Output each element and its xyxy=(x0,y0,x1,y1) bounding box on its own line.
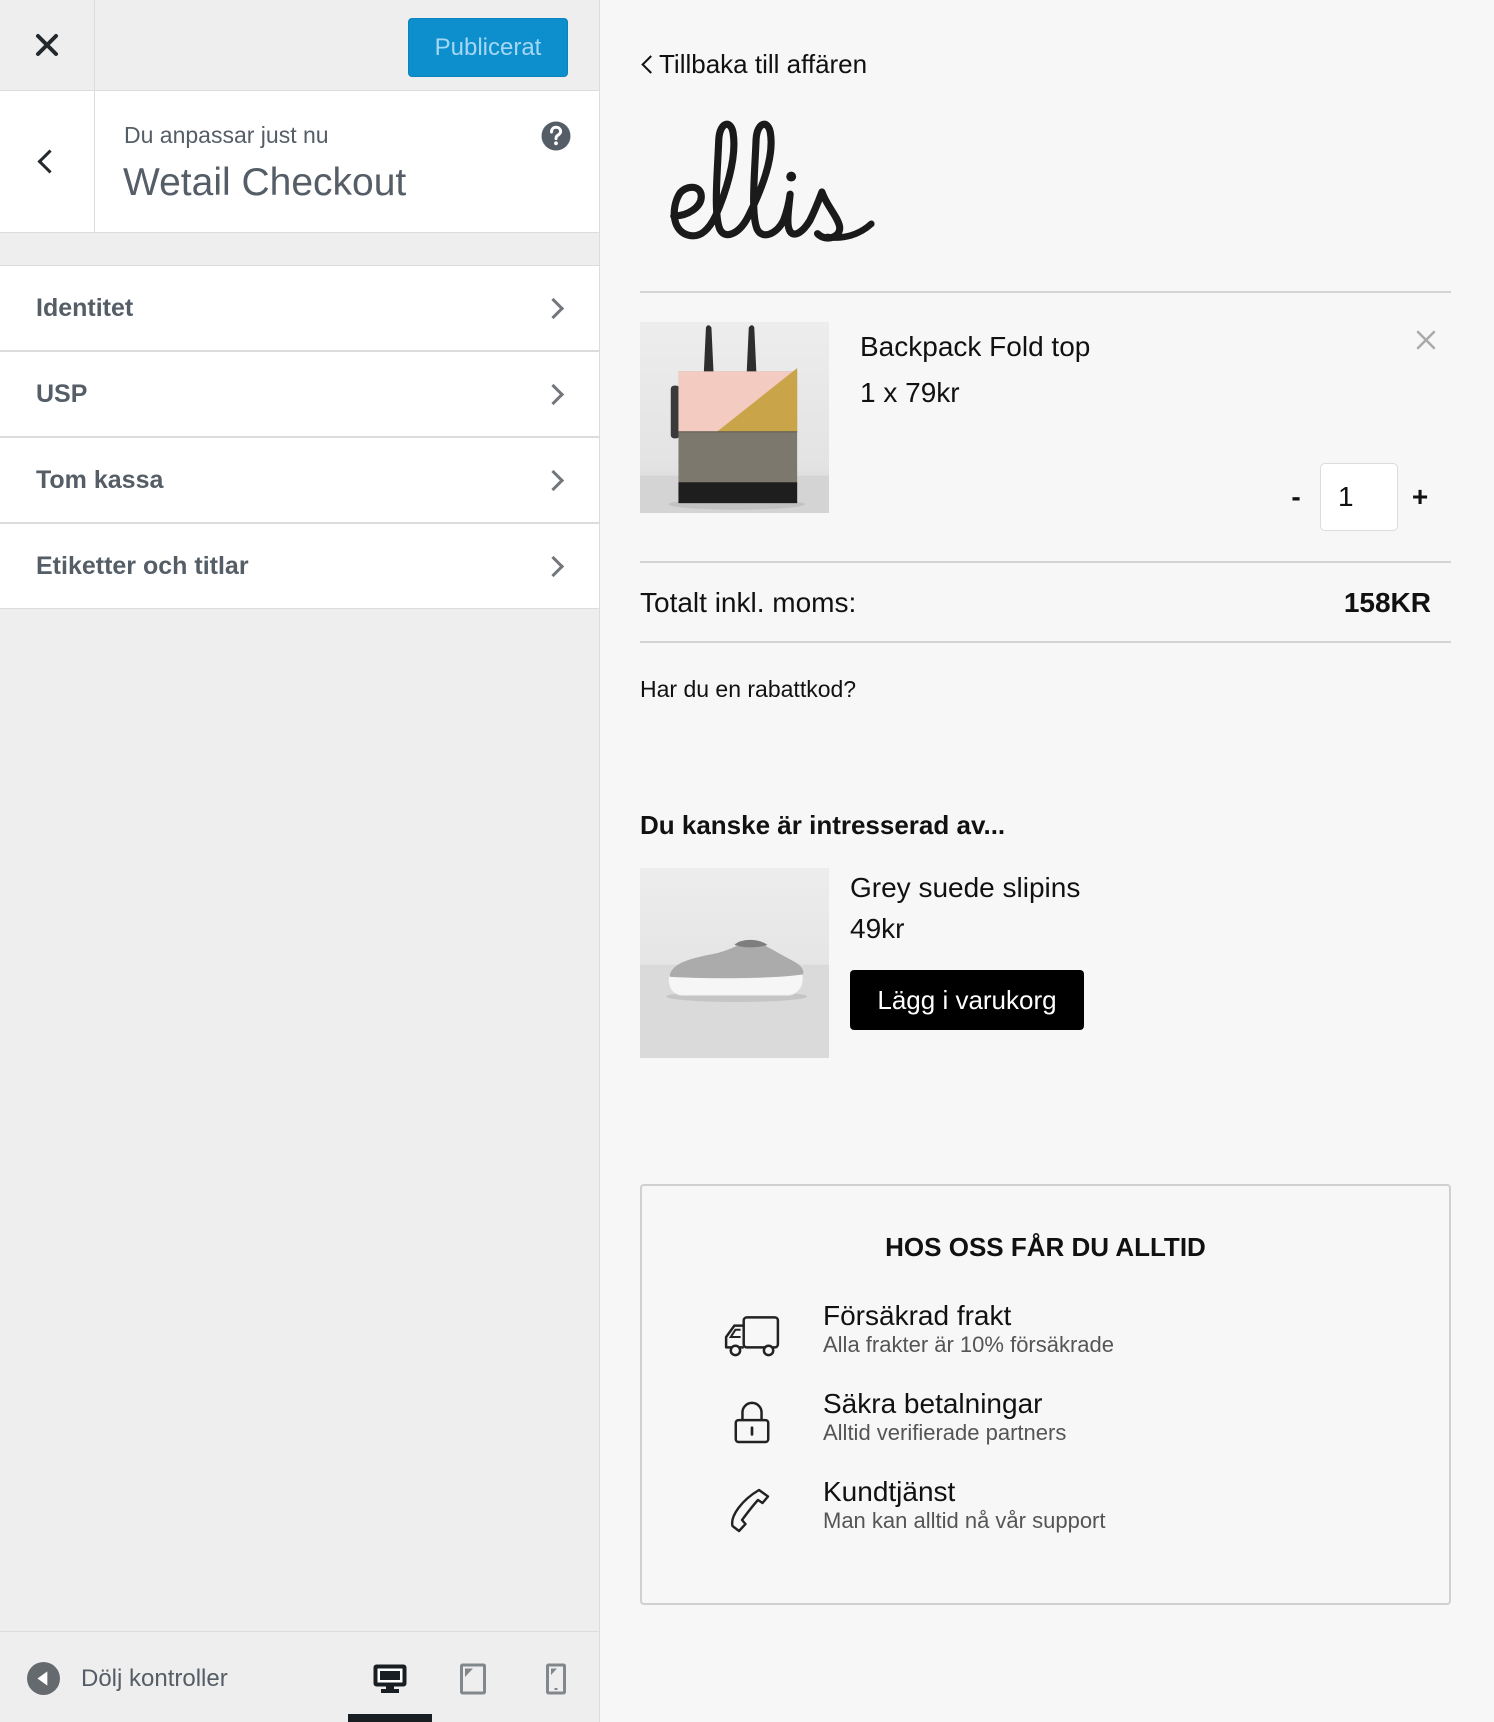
usp-box: HOS OSS FÅR DU ALLTID Försäkrad frakt Al… xyxy=(640,1184,1451,1605)
quantity-input[interactable] xyxy=(1320,463,1398,531)
section-tom-kassa[interactable]: Tom kassa xyxy=(0,437,599,523)
usp-heading: HOS OSS FÅR DU ALLTID xyxy=(885,1232,1206,1262)
usp-item-subtitle: Man kan alltid nå vår support xyxy=(823,1508,1106,1533)
phone-icon xyxy=(731,1488,770,1533)
help-icon xyxy=(541,121,571,151)
quantity-increase-button[interactable]: + xyxy=(1410,480,1430,514)
upsell-product-name: Grey suede slipins xyxy=(850,872,1081,903)
lock-icon xyxy=(734,1401,770,1444)
upsell-product-price: 49kr xyxy=(850,913,905,944)
collapse-arrow-icon xyxy=(27,1662,60,1695)
mobile-icon xyxy=(546,1663,566,1695)
chevron-right-icon xyxy=(542,555,565,578)
collapse-sidebar-button[interactable]: Dölj kontroller xyxy=(27,1662,228,1695)
checkout-preview: Tillbaka till affären Backpack Fold top … xyxy=(600,0,1494,1722)
help-button[interactable] xyxy=(541,121,571,151)
total-label: Totalt inkl. moms: xyxy=(640,587,857,618)
section-usp[interactable]: USP xyxy=(0,351,599,437)
divider xyxy=(640,641,1451,643)
desktop-icon xyxy=(373,1664,407,1693)
ellis-logo xyxy=(670,120,875,242)
customizer-header: Publicerat xyxy=(0,0,599,91)
usp-item-title: Försäkrad frakt xyxy=(823,1300,1012,1331)
truck-icon xyxy=(724,1316,780,1357)
device-desktop-button[interactable] xyxy=(360,1660,420,1698)
section-label: Etiketter och titlar xyxy=(36,552,249,580)
section-etiketter-och-titlar[interactable]: Etiketter och titlar xyxy=(0,523,599,609)
upsell-heading: Du kanske är intresserad av... xyxy=(640,810,1006,840)
divider xyxy=(640,291,1451,293)
cart-item-price: 1 x 79kr xyxy=(860,377,960,408)
shoe-product-image xyxy=(640,868,829,1058)
usp-item-subtitle: Alla frakter är 10% försäkrade xyxy=(823,1332,1115,1357)
customizer-sidebar: Publicerat Du anpassar just nu Wetail Ch… xyxy=(0,0,600,1722)
total-value: 158KR xyxy=(1343,587,1431,618)
device-mobile-button[interactable] xyxy=(526,1660,586,1698)
section-label: Identitet xyxy=(36,294,134,322)
usp-item-title: Kundtjänst xyxy=(823,1476,956,1507)
chevron-left-icon xyxy=(641,55,660,74)
backpack-product-image xyxy=(640,322,829,513)
active-device-indicator xyxy=(348,1714,432,1722)
coupon-toggle-link[interactable]: Har du en rabattkod? xyxy=(640,675,856,703)
back-to-shop-link[interactable]: Tillbaka till affären xyxy=(659,48,867,80)
customizer-info-panel: Du anpassar just nu Wetail Checkout xyxy=(0,91,599,233)
chevron-left-icon xyxy=(37,149,62,174)
section-label: Tom kassa xyxy=(36,466,164,494)
back-button[interactable] xyxy=(0,91,95,232)
customizing-title: Wetail Checkout xyxy=(123,161,407,204)
section-identitet[interactable]: Identitet xyxy=(0,265,599,351)
section-label: USP xyxy=(36,380,88,408)
device-tablet-button[interactable] xyxy=(443,1660,503,1698)
chevron-right-icon xyxy=(542,469,565,492)
remove-item-button[interactable] xyxy=(1415,329,1437,351)
quantity-decrease-button[interactable]: - xyxy=(1286,480,1306,514)
close-icon xyxy=(36,34,58,56)
collapse-label: Dölj kontroller xyxy=(81,1664,228,1692)
usp-item-subtitle: Alltid verifierade partners xyxy=(823,1420,1067,1445)
tablet-icon xyxy=(460,1663,486,1695)
chevron-right-icon xyxy=(542,383,565,406)
publish-button[interactable]: Publicerat xyxy=(408,18,568,77)
close-customizer-button[interactable] xyxy=(0,0,95,90)
chevron-right-icon xyxy=(542,297,565,320)
usp-item-title: Säkra betalningar xyxy=(823,1388,1043,1419)
add-to-cart-button[interactable]: Lägg i varukorg xyxy=(850,970,1084,1030)
divider xyxy=(640,561,1451,563)
customizer-footer: Dölj kontroller xyxy=(0,1631,599,1722)
cart-item-name: Backpack Fold top xyxy=(860,331,1091,362)
customizing-label: Du anpassar just nu xyxy=(124,122,329,148)
